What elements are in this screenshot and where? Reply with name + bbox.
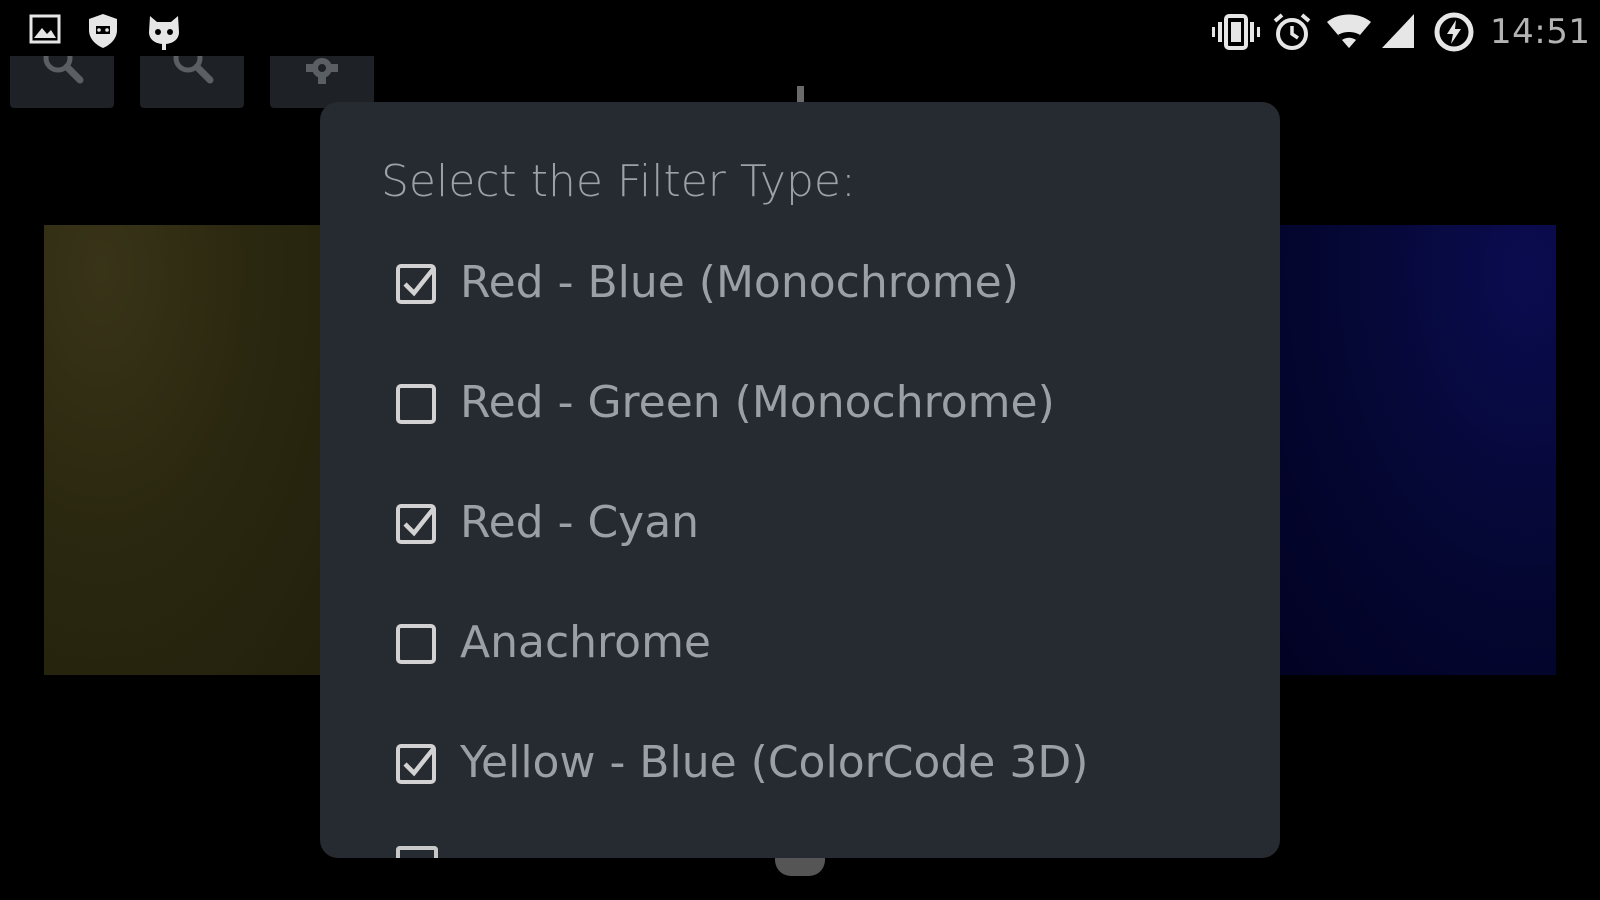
shield-notification-icon (86, 12, 120, 54)
wifi-icon (1326, 12, 1372, 54)
filter-option-label: Red - Blue (Monochrome) (460, 257, 1019, 308)
left-eye-preview (44, 225, 334, 675)
filter-option-red-blue[interactable]: Red - Blue (Monochrome) (396, 248, 1019, 318)
filter-option-yellow-blue[interactable]: Yellow - Blue (ColorCode 3D) (396, 728, 1088, 798)
right-eye-preview (1270, 225, 1556, 675)
filter-option-label: Red - Green (Monochrome) (460, 377, 1055, 428)
cat-notification-icon (146, 12, 182, 56)
image-notification-icon (28, 12, 62, 50)
status-bar: 14:51 (0, 0, 1600, 64)
settings-button[interactable] (270, 56, 374, 108)
dialog-title: Select the Filter Type: (381, 156, 856, 207)
screen: 14:51 Select the Filter Type: Red - Blue… (0, 0, 1600, 900)
filter-option-label: Yellow - Blue (ColorCode 3D) (460, 737, 1089, 788)
checkbox-checked-icon[interactable] (396, 262, 438, 304)
filter-option-anachrome[interactable]: Anachrome (396, 608, 711, 678)
checkbox-unchecked-icon[interactable] (396, 622, 438, 664)
filter-option-label: Anachrome (460, 617, 712, 668)
filter-option-label: Red - Cyan (460, 497, 700, 548)
next-option-checkbox-peek[interactable] (396, 846, 438, 858)
settings-gear-icon (306, 58, 338, 84)
sync-icon (1434, 12, 1474, 56)
filter-option-red-green[interactable]: Red - Green (Monochrome) (396, 368, 1055, 438)
filter-option-red-cyan[interactable]: Red - Cyan (396, 488, 699, 558)
clock: 14:51 (1490, 12, 1591, 52)
checkbox-checked-icon[interactable] (396, 742, 438, 784)
checkbox-checked-icon[interactable] (396, 502, 438, 544)
divider-handle-bottom[interactable] (775, 858, 825, 876)
filter-type-dialog: Select the Filter Type: Red - Blue (Mono… (320, 102, 1280, 858)
cell-signal-icon (1380, 12, 1416, 54)
zoom-in-button[interactable] (10, 56, 114, 108)
zoom-out-icon (173, 56, 214, 84)
zoom-out-button[interactable] (140, 56, 244, 108)
zoom-in-icon (43, 56, 84, 84)
alarm-icon (1272, 12, 1312, 56)
vibrate-icon (1212, 12, 1260, 56)
checkbox-unchecked-icon[interactable] (396, 382, 438, 424)
